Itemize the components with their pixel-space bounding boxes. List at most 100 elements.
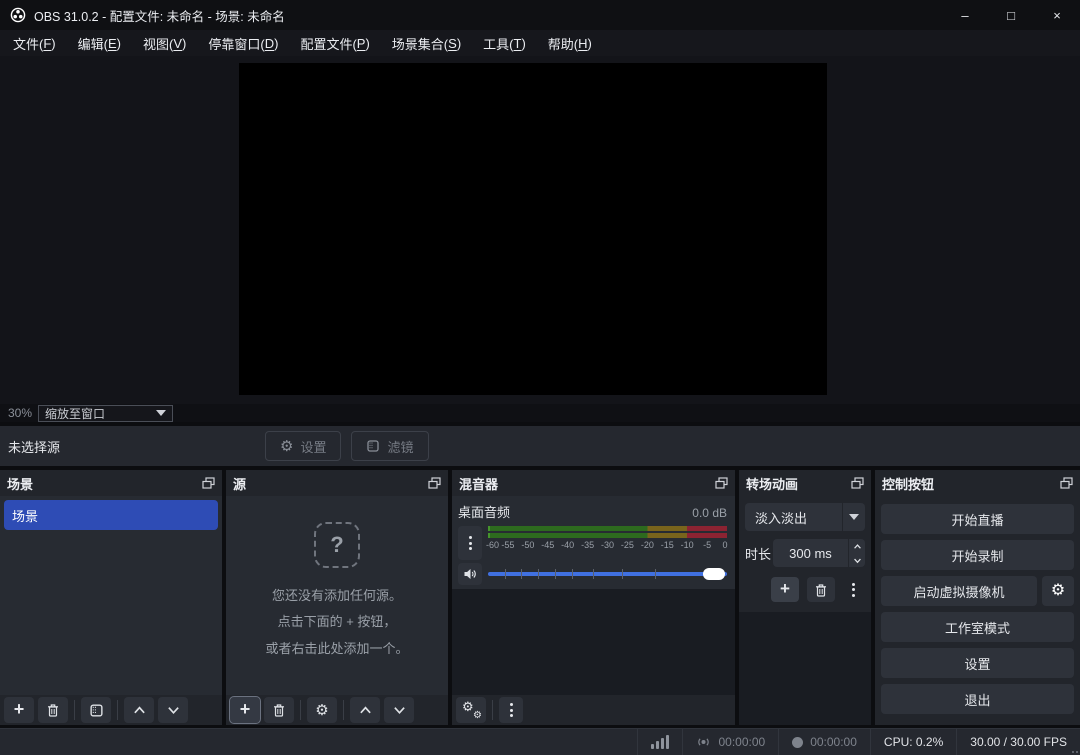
move-scene-down-button[interactable]: [158, 697, 188, 723]
volume-slider[interactable]: [488, 567, 727, 581]
menu-help[interactable]: 帮助(H): [537, 30, 603, 56]
connection-quality: [638, 729, 682, 755]
trash-icon: [814, 583, 828, 597]
empty-hint-line: 或者右击此处添加一个。: [265, 639, 408, 659]
channel-options-button[interactable]: [458, 526, 482, 560]
chevron-down-icon: [853, 557, 862, 564]
scene-filters-button[interactable]: [81, 697, 111, 723]
add-transition-button[interactable]: +: [771, 577, 799, 602]
source-properties-button[interactable]: ⚙ 设置: [265, 431, 341, 461]
channel-name: 桌面音频: [458, 502, 510, 521]
trash-icon: [272, 703, 286, 717]
move-source-down-button[interactable]: [384, 697, 414, 723]
remove-transition-button[interactable]: [807, 577, 835, 602]
chevron-up-icon: [853, 543, 862, 550]
exit-button[interactable]: 退出: [881, 684, 1074, 714]
more-icon: [469, 536, 472, 550]
more-icon: [510, 703, 513, 717]
plus-icon: +: [780, 580, 790, 597]
plus-icon: +: [14, 700, 25, 718]
start-recording-button[interactable]: 开始录制: [881, 540, 1074, 570]
filter-icon: [89, 703, 104, 718]
source-properties-toolbar-button[interactable]: ⚙: [307, 697, 337, 723]
remove-scene-button[interactable]: [38, 697, 68, 723]
preview-canvas: [239, 63, 827, 395]
mixer-dock-header[interactable]: 混音器: [452, 470, 735, 496]
scene-list: 场景: [0, 496, 222, 695]
transitions-dock-title: 转场动画: [746, 474, 798, 493]
move-source-up-button[interactable]: [350, 697, 380, 723]
gear-icon: ⚙: [280, 439, 293, 454]
mixer-channel: 桌面音频 0.0 dB -60 -55 -50 -45: [452, 496, 735, 589]
slider-track[interactable]: [488, 572, 727, 576]
sources-dock: 源 ? 您还没有添加任何源。 点击下面的 + 按钮， 或者右击此处添加一个。 +: [226, 470, 448, 725]
duration-spinner[interactable]: 300 ms: [773, 539, 865, 567]
menu-tools[interactable]: 工具(T): [472, 30, 537, 56]
menu-docks[interactable]: 停靠窗口(D): [197, 30, 289, 56]
move-scene-up-button[interactable]: [124, 697, 154, 723]
controls-body: 开始直播 开始录制 启动虚拟摄像机 ⚙ 工作室模式 设置 退出: [875, 496, 1080, 725]
more-icon: [852, 583, 855, 597]
fps-indicator: 30.00 / 30.00 FPS: [957, 729, 1080, 755]
gear-icon: ⚙: [1051, 583, 1065, 599]
slider-handle[interactable]: [703, 568, 725, 580]
add-scene-button[interactable]: +: [4, 697, 34, 723]
mixer-options-button[interactable]: [499, 697, 523, 723]
menu-file[interactable]: 文件(F): [2, 30, 67, 56]
menu-profile[interactable]: 配置文件(P): [289, 30, 380, 56]
sources-dock-header[interactable]: 源: [226, 470, 448, 496]
zoom-mode-dropdown[interactable]: 缩放至窗口: [38, 405, 173, 422]
add-source-button[interactable]: +: [230, 697, 260, 723]
controls-dock-header[interactable]: 控制按钮: [875, 470, 1080, 496]
scenes-dock-header[interactable]: 场景: [0, 470, 222, 496]
meter-bar-left: [488, 526, 727, 531]
scene-list-item[interactable]: 场景: [4, 500, 218, 530]
scenes-toolbar: +: [0, 695, 222, 725]
record-timer: 00:00:00: [779, 729, 870, 755]
transition-select[interactable]: 淡入淡出: [745, 503, 865, 531]
minimize-button[interactable]: –: [942, 0, 988, 30]
record-icon: [792, 737, 803, 748]
sources-empty-state: ? 您还没有添加任何源。 点击下面的 + 按钮， 或者右击此处添加一个。: [226, 496, 448, 695]
mute-button[interactable]: [458, 563, 482, 585]
settings-button[interactable]: 设置: [881, 648, 1074, 678]
toolbar-separator: [492, 700, 493, 720]
mixer-empty-area: [452, 589, 735, 695]
source-list[interactable]: ? 您还没有添加任何源。 点击下面的 + 按钮， 或者右击此处添加一个。: [226, 496, 448, 695]
studio-mode-button[interactable]: 工作室模式: [881, 612, 1074, 642]
source-filters-button[interactable]: 滤镜: [351, 431, 428, 461]
spin-down-button[interactable]: [849, 553, 865, 567]
duration-label: 时长: [745, 544, 771, 563]
maximize-button[interactable]: □: [988, 0, 1034, 30]
transitions-dock: 转场动画 淡入淡出 时长 300 ms: [739, 470, 871, 725]
meter-scale: -60 -55 -50 -45 -40 -35 -30 -25 -20 -15 …: [488, 540, 727, 551]
popout-icon: [202, 477, 215, 489]
transitions-dock-header[interactable]: 转场动画: [739, 470, 871, 496]
menu-scene-collection[interactable]: 场景集合(S): [381, 30, 472, 56]
transitions-empty-area: [739, 612, 871, 725]
start-streaming-button[interactable]: 开始直播: [881, 504, 1074, 534]
transition-options-button[interactable]: [843, 577, 863, 602]
remove-source-button[interactable]: [264, 697, 294, 723]
spin-up-button[interactable]: [849, 539, 865, 553]
menu-edit[interactable]: 编辑(E): [67, 30, 132, 56]
virtual-camera-settings-button[interactable]: ⚙: [1042, 576, 1074, 606]
title-bar: OBS 31.0.2 - 配置文件: 未命名 - 场景: 未命名 – □ ×: [0, 0, 1080, 30]
meter-bar-right: [488, 533, 727, 538]
popout-icon: [851, 477, 864, 489]
toolbar-separator: [117, 700, 118, 720]
source-toolbar: 未选择源 ⚙ 设置 滤镜: [0, 426, 1080, 466]
status-bar: 00:00:00 00:00:00 CPU: 0.2% 30.00 / 30.0…: [0, 728, 1080, 755]
speaker-icon: [463, 567, 477, 581]
popout-icon: [428, 477, 441, 489]
menu-view[interactable]: 视图(V): [132, 30, 197, 56]
advanced-audio-button[interactable]: ⚙⚙: [456, 697, 486, 723]
transitions-body: 淡入淡出 时长 300 ms +: [739, 496, 871, 725]
cpu-usage: CPU: 0.2%: [871, 729, 956, 755]
resize-grip[interactable]: [1072, 751, 1078, 753]
scenes-dock: 场景 场景 +: [0, 470, 222, 725]
close-button[interactable]: ×: [1034, 0, 1080, 30]
window-title: OBS 31.0.2 - 配置文件: 未命名 - 场景: 未命名: [34, 6, 285, 25]
start-virtual-camera-button[interactable]: 启动虚拟摄像机: [881, 576, 1037, 606]
duration-value[interactable]: 300 ms: [773, 539, 848, 567]
